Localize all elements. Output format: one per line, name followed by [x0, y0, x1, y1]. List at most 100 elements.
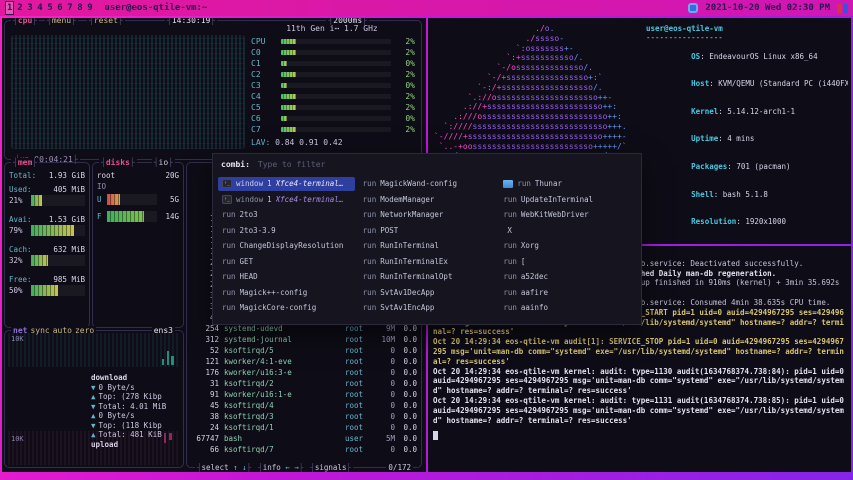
rofi-item[interactable]: run RunInTerminalEx: [359, 255, 496, 269]
rofi-item[interactable]: run ModemManager: [359, 193, 496, 207]
process-row[interactable]: 24 ksoftirqd/1 root 0 0.0: [191, 422, 417, 433]
rofi-item[interactable]: run NetworkManager: [359, 208, 496, 222]
rofi-item[interactable]: run WebKitWebDriver: [499, 208, 636, 222]
process-row[interactable]: 45 ksoftirqd/4 root 0 0.0: [191, 400, 417, 411]
process-row[interactable]: 67747 bash user 5M 0.0: [191, 433, 417, 444]
rofi-item[interactable]: run 2to3-3.9: [218, 224, 355, 238]
rofi-item[interactable]: run GET: [218, 255, 355, 269]
rofi-item[interactable]: run UpdateInTerminal: [499, 193, 636, 207]
process-name: ksoftirqd/2: [224, 379, 345, 388]
menu-button[interactable]: menu: [45, 18, 78, 25]
rofi-item[interactable]: run [: [499, 255, 636, 269]
process-row[interactable]: 121 kworker/4:1-eve root 0 0.0: [191, 356, 417, 367]
rofi-search-input[interactable]: Type to filter: [258, 160, 633, 169]
mem-stat-meter: [31, 225, 85, 236]
disks-box-title: disks: [99, 158, 137, 167]
mem-stat-meter: [31, 255, 85, 266]
disk-free-meter: F 14G: [97, 211, 179, 222]
rofi-item[interactable]: run a52dec: [499, 270, 636, 284]
process-row[interactable]: 312 systemd-journal root 10M 0.0: [191, 334, 417, 345]
disk-used-value: 5G: [157, 195, 179, 204]
process-row[interactable]: 91 kworker/u16:1-e root 0 0.0: [191, 389, 417, 400]
mem-box-title: mem: [11, 158, 39, 167]
process-name: ksoftirqd/1: [224, 423, 345, 432]
select-button[interactable]: select ↑ ↓: [197, 463, 251, 472]
rofi-item[interactable]: run POST: [359, 224, 496, 238]
terminal-cursor: [433, 431, 438, 440]
btop-mem-box: mem Total: 1.93 GiB Used: 405 MiB 21%: [4, 162, 90, 328]
process-pid: 38: [191, 412, 219, 421]
rofi-item[interactable]: window 1 Xfce4-terminal…: [218, 193, 355, 207]
cpu-clock: 14:30:19: [165, 18, 217, 25]
rofi-item[interactable]: X: [499, 224, 636, 238]
process-user: root: [345, 390, 371, 399]
rofi-item[interactable]: run Magick++-config: [218, 286, 355, 300]
arrow-icon: ▼: [91, 421, 96, 431]
rofi-item[interactable]: run Xorg: [499, 239, 636, 253]
signals-button[interactable]: signals: [310, 463, 351, 472]
process-row[interactable]: 254 systemd-udevd root 9M 0.0: [191, 323, 417, 334]
core-name: C2: [251, 70, 277, 79]
workspace-button[interactable]: 1: [5, 1, 14, 15]
rofi-item[interactable]: run HEAD: [218, 270, 355, 284]
process-name: ksoftirqd/4: [224, 401, 345, 410]
cpu-core-row: CPU 2%: [251, 36, 415, 47]
process-cpu: 0.0: [395, 335, 417, 344]
process-pid: 312: [191, 335, 219, 344]
cpu-core-row: C2 2%: [251, 69, 415, 80]
workspace-button[interactable]: 2: [15, 2, 24, 14]
workspace-button[interactable]: 8: [75, 2, 84, 14]
process-cpu: 0.0: [395, 434, 417, 443]
rofi-item[interactable]: run SvtAv1EncApp: [359, 301, 496, 315]
core-meter: [281, 94, 391, 99]
mem-total: Total: 1.93 GiB: [9, 171, 85, 180]
info-button[interactable]: info ← →: [258, 463, 303, 472]
workspace-button[interactable]: 6: [55, 2, 64, 14]
process-name: ksoftirqd/5: [224, 346, 345, 355]
process-row[interactable]: 52 ksoftirqd/5 root 0 0.0: [191, 345, 417, 356]
process-user: root: [345, 412, 371, 421]
process-pid: 176: [191, 368, 219, 377]
process-mem: 0: [371, 390, 395, 399]
workspace-button[interactable]: 3: [25, 2, 34, 14]
process-row[interactable]: 31 ksoftirqd/2 root 0 0.0: [191, 378, 417, 389]
download-stat: ▼ Total: 4.01 MiB: [91, 402, 179, 412]
process-row[interactable]: 66 ksoftirqd/7 root 0 0.0: [191, 444, 417, 455]
rofi-item[interactable]: run MagickWand-config: [359, 177, 496, 191]
workspace-button[interactable]: 9: [85, 2, 94, 14]
rofi-item[interactable]: run ChangeDisplayResolution: [218, 239, 355, 253]
process-user: root: [345, 368, 371, 377]
rofi-item[interactable]: run RunInTerminalOpt: [359, 270, 496, 284]
rofi-item[interactable]: window 1 Xfce4-terminal…: [218, 177, 355, 191]
process-mem: 10M: [371, 335, 395, 344]
rofi-item[interactable]: run aainfo: [499, 301, 636, 315]
reset-button[interactable]: reset: [87, 18, 125, 25]
clock: 2021-10-20 Wed 02:30 PM: [705, 3, 830, 13]
process-mem: 9M: [371, 324, 395, 333]
rofi-item[interactable]: run SvtAv1DecApp: [359, 286, 496, 300]
process-row[interactable]: 38 ksoftirqd/3 root 0 0.0: [191, 411, 417, 422]
workspace-button[interactable]: 4: [35, 2, 44, 14]
rofi-item[interactable]: run MagickCore-config: [218, 301, 355, 315]
info-line: Shellbash 5.1.8: [646, 180, 848, 208]
core-meter: [281, 50, 391, 55]
rofi-item[interactable]: run Thunar: [499, 177, 636, 191]
system-info: user@eos-qtile-vm ----------------- OSEn…: [646, 24, 848, 244]
process-name: systemd-journal: [224, 335, 345, 344]
rofi-launcher: combi: Type to filter window 1 Xfce4-ter…: [213, 154, 641, 324]
mem-stat-percent: 21%: [9, 196, 31, 205]
rofi-item[interactable]: run 2to3: [218, 208, 355, 222]
process-mem: 0: [371, 346, 395, 355]
workspace-button[interactable]: 5: [45, 2, 54, 14]
cpu-usage-graph: [11, 35, 245, 149]
rofi-item[interactable]: run aafire: [499, 286, 636, 300]
network-tray-icon[interactable]: [688, 3, 698, 13]
rofi-item[interactable]: run RunInTerminal: [359, 239, 496, 253]
process-user: root: [345, 335, 371, 344]
workspace-button[interactable]: 7: [65, 2, 74, 14]
process-row[interactable]: 176 kworker/u16:3-e root 0 0.0: [191, 367, 417, 378]
core-meter: [281, 39, 391, 44]
disk-free-value: 14G: [157, 212, 179, 221]
process-cpu: 0.0: [395, 401, 417, 410]
mem-stat-percent: 50%: [9, 286, 31, 295]
